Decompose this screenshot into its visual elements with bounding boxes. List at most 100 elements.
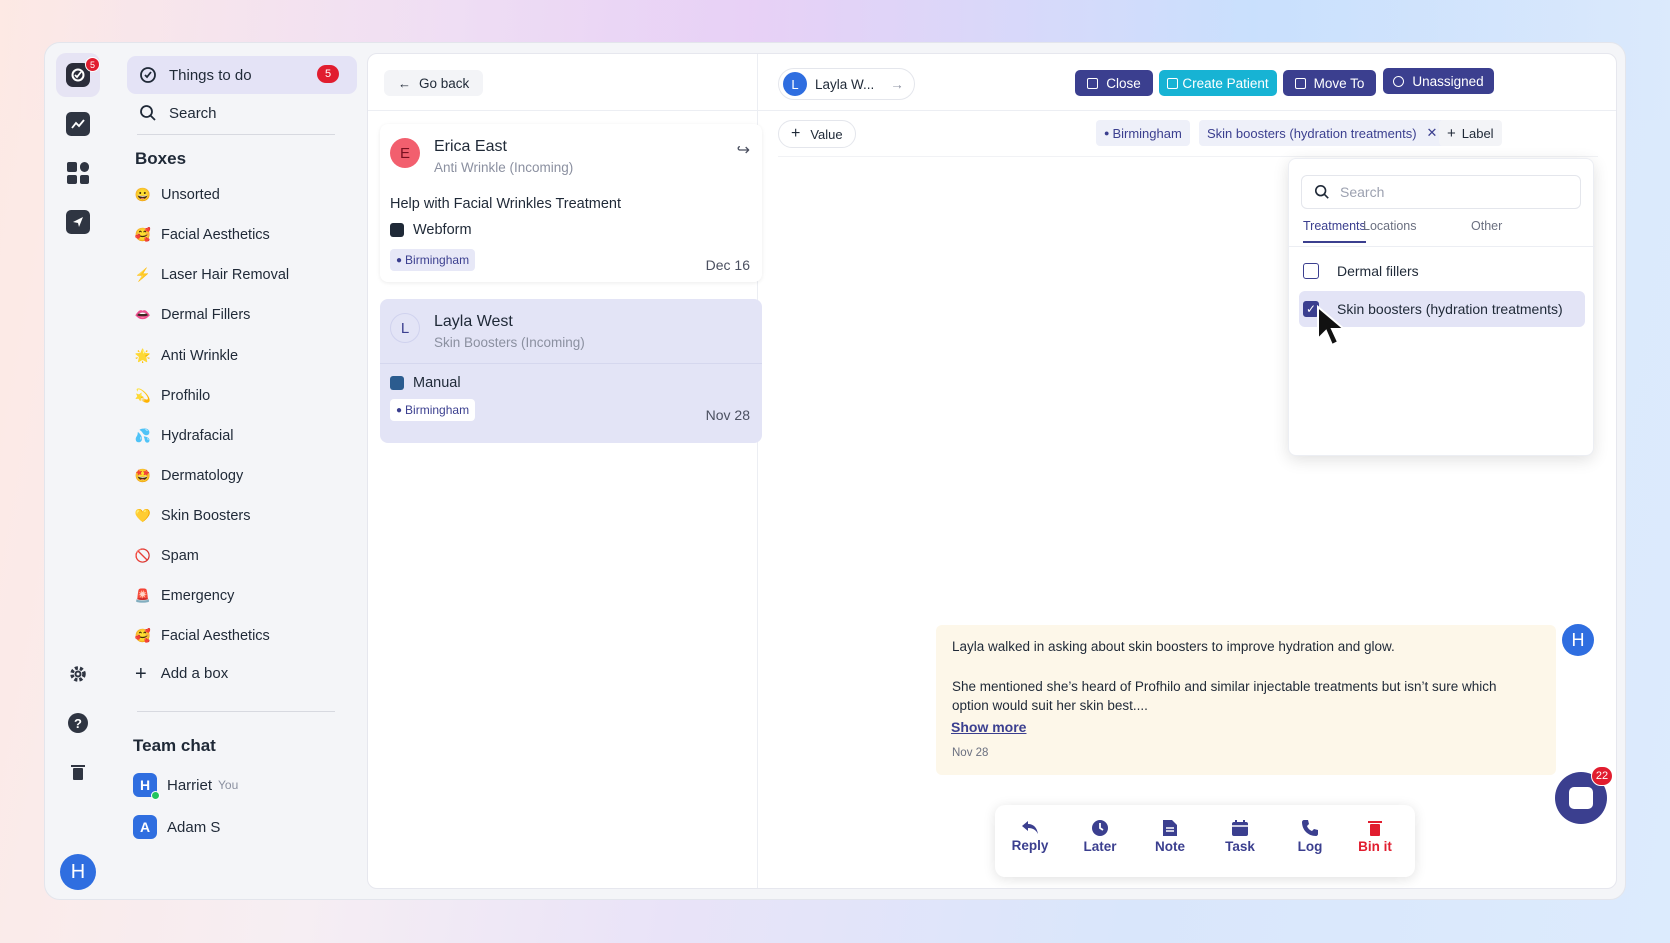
assignee-button[interactable]: Unassigned (1383, 68, 1494, 94)
note-text-line: option would suit her skin best.... (952, 698, 1148, 713)
tab-treatments[interactable]: Treatments (1303, 219, 1366, 243)
manual-icon (390, 376, 404, 390)
send-icon (66, 210, 90, 234)
pin-icon: ● (396, 404, 403, 416)
later-button[interactable]: Later (1070, 819, 1130, 854)
treatment-label-chip[interactable]: Skin boosters (hydration treatments) ✕ (1199, 120, 1446, 146)
things-to-do-label: Things to do (169, 66, 252, 84)
note-icon (1163, 820, 1177, 836)
patient-pill[interactable]: L Layla W... → (778, 68, 915, 100)
user-circle-icon (1393, 75, 1405, 87)
chat-user-harriet[interactable]: H Harriet You (133, 773, 238, 800)
box-item-dermatology[interactable]: 🤩 Dermatology (135, 464, 243, 488)
tab-locations[interactable]: Locations (1363, 219, 1417, 241)
box-item-skin-boosters[interactable]: 💛 Skin Boosters (134, 504, 251, 528)
card-date: Nov 28 (705, 407, 750, 423)
trash-button[interactable] (56, 750, 100, 794)
trash-icon (1368, 821, 1382, 836)
card-description: Help with Facial Wrinkles Treatment (390, 196, 622, 212)
conversation-card[interactable]: E Erica East Anti Wrinkle (Incoming) ↪ H… (380, 124, 762, 282)
chat-user-name: Adam S (167, 818, 221, 836)
show-more-link[interactable]: Show more (951, 719, 1026, 735)
box-item-facial-aesthetics-2[interactable]: 🥰 Facial Aesthetics (135, 624, 270, 648)
box-item-label: Facial Aesthetics (161, 227, 270, 243)
share-icon[interactable]: ↪ (737, 140, 750, 160)
tab-other[interactable]: Other (1471, 219, 1502, 241)
card-date: Dec 16 (705, 257, 750, 273)
card-name: Layla West (434, 313, 513, 330)
task-button[interactable]: Task (1210, 819, 1270, 854)
note-author-avatar: H (1562, 624, 1594, 656)
box-item-anti-wrinkle[interactable]: 🌟 Anti Wrinkle (135, 344, 238, 368)
chat-user-adam[interactable]: A Adam S (133, 815, 220, 839)
box-item-laser-hair-removal[interactable]: ⚡ Laser Hair Removal (135, 263, 289, 287)
emoji-icon: 👄 (134, 307, 152, 322)
dashboard-button[interactable] (56, 151, 100, 195)
chat-icon (1569, 787, 1593, 809)
emoji-icon: 💛 (134, 508, 152, 523)
option-dermal-fillers[interactable]: Dermal fillers (1299, 253, 1585, 289)
reply-button[interactable]: Reply (1000, 819, 1060, 853)
box-item-label: Spam (161, 548, 199, 564)
box-item-dermal-fillers[interactable]: 👄 Dermal Fillers (134, 303, 251, 327)
add-box-button[interactable]: + Add a box (135, 664, 229, 684)
note-button[interactable]: Note (1140, 819, 1200, 854)
emoji-icon: 💦 (134, 428, 152, 443)
analytics-button[interactable] (56, 102, 100, 146)
box-item-profhilo[interactable]: 💫 Profhilo (135, 384, 210, 408)
go-back-button[interactable]: ← Go back (384, 70, 484, 96)
box-item-label: Unsorted (161, 187, 220, 203)
add-value-button[interactable]: + Value (778, 120, 856, 148)
campaigns-button[interactable] (56, 200, 100, 244)
arrow-left-icon: ← (398, 75, 411, 91)
grid-icon (67, 162, 89, 184)
location-label-chip[interactable]: ● Birmingham (1096, 120, 1190, 146)
note-date: Nov 28 (952, 747, 989, 759)
box-item-hydrafacial[interactable]: 💦 Hydrafacial (135, 424, 234, 448)
move-to-button[interactable]: Move To (1283, 70, 1376, 96)
emoji-icon: 🌟 (134, 348, 152, 363)
search-nav-item[interactable]: Search (127, 98, 217, 128)
settings-button[interactable] (56, 652, 100, 696)
pin-icon: ● (396, 254, 403, 266)
chat-user-name: Harriet (167, 776, 213, 794)
things-to-do-item[interactable]: Things to do 5 (127, 56, 357, 94)
conversation-list: ← Go back E Erica East Anti Wrinkle (Inc… (368, 54, 762, 888)
avatar: A (133, 815, 157, 839)
box-item-emergency[interactable]: 🚨 Emergency (135, 584, 234, 608)
user-avatar[interactable]: H (60, 854, 96, 890)
close-icon[interactable]: ✕ (1427, 125, 1438, 141)
add-label-button[interactable]: + Label (1439, 120, 1502, 146)
emoji-icon: 😀 (134, 187, 152, 202)
box-item-facial-aesthetics[interactable]: 🥰 Facial Aesthetics (135, 223, 270, 247)
emoji-icon: 🥰 (134, 628, 152, 643)
log-button[interactable]: Log (1280, 819, 1340, 854)
box-item-label: Anti Wrinkle (161, 348, 239, 364)
checkbox[interactable] (1303, 263, 1319, 279)
box-item-label: Emergency (161, 588, 235, 604)
emoji-icon: 🤩 (134, 468, 152, 483)
create-patient-button[interactable]: Create Patient (1159, 70, 1277, 96)
app-logo-button[interactable]: 5 (56, 53, 100, 97)
conversation-card-selected[interactable]: L Layla West Skin Boosters (Incoming) Ma… (380, 299, 762, 443)
close-button[interactable]: Close (1075, 70, 1153, 96)
trash-icon (71, 765, 85, 780)
chat-launcher-button[interactable]: 22 (1555, 766, 1613, 824)
move-icon (1294, 77, 1306, 89)
bin-button[interactable]: Bin it (1345, 819, 1405, 854)
emoji-icon: 🥰 (134, 227, 152, 242)
divider (778, 156, 1598, 157)
add-box-label: Add a box (160, 665, 229, 682)
location-tag: ● Birmingham (390, 249, 476, 271)
label-search-input[interactable]: Search (1301, 175, 1581, 209)
help-button[interactable]: ? (56, 701, 100, 745)
box-item-spam[interactable]: 🚫 Spam (135, 544, 199, 568)
divider (137, 711, 335, 712)
box-item-unsorted[interactable]: 😀 Unsorted (135, 183, 220, 207)
online-indicator (151, 791, 160, 800)
card-subtitle: Anti Wrinkle (Incoming) (434, 160, 574, 175)
box-item-label: Profhilo (161, 388, 211, 404)
patient-icon (1167, 77, 1179, 89)
search-icon (140, 105, 156, 121)
note-text-line: Layla walked in asking about skin booste… (952, 639, 1395, 654)
